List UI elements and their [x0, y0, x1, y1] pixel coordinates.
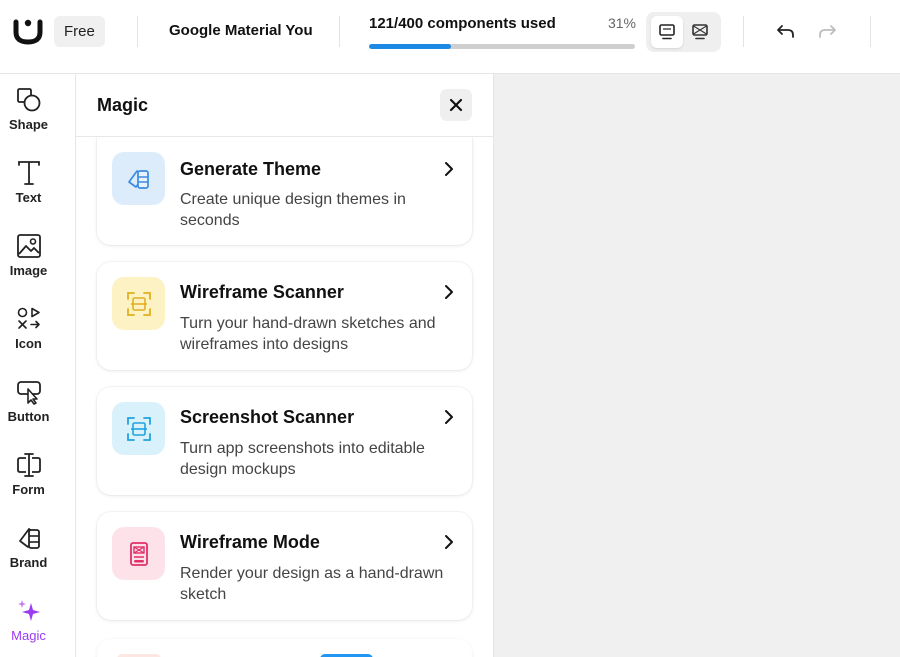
view-mode-toggle	[646, 12, 721, 52]
panel-title: Magic	[97, 95, 149, 115]
undo-button[interactable]	[772, 17, 800, 45]
usage-text: 121/400 components used	[369, 15, 556, 32]
magic-card-partial[interactable]	[97, 639, 472, 657]
plan-badge[interactable]: Free	[54, 16, 105, 47]
divider	[137, 16, 138, 47]
chevron-right-icon	[445, 285, 453, 299]
screenshot-scan-icon	[126, 416, 151, 441]
card-description: Turn app screenshots into editable desig…	[180, 440, 425, 478]
shape-icon	[17, 88, 41, 112]
wireframe-scan-icon	[126, 291, 151, 316]
usage-percent: 31%	[607, 15, 636, 31]
magic-card-wireframe-scanner[interactable]: Wireframe Scanner Turn your hand-drawn s…	[97, 262, 472, 370]
undo-icon	[777, 25, 794, 38]
card-description: Render your design as a hand-drawn sketc…	[180, 565, 444, 603]
rail-item-magic[interactable]: Magic	[0, 589, 76, 657]
usage-progress-fill	[369, 44, 452, 49]
rail-item-icon[interactable]: Icon	[0, 297, 76, 367]
rail-item-label: Brand	[9, 555, 48, 570]
wireframe-mode-icon	[129, 541, 148, 566]
magic-card-wireframe-mode[interactable]: Wireframe Mode Render your design as a h…	[97, 512, 472, 620]
monitor-icon	[659, 24, 675, 40]
close-icon	[449, 98, 463, 112]
rail-item-form[interactable]: Form	[0, 443, 76, 513]
rail-item-label: Form	[12, 482, 45, 497]
card-description: Turn your hand-drawn sketches and wirefr…	[180, 315, 436, 353]
redo-button[interactable]	[813, 17, 841, 45]
card-title: Wireframe Scanner	[180, 282, 344, 302]
design-view-button[interactable]	[651, 16, 683, 48]
rail-item-image[interactable]: Image	[0, 224, 76, 294]
chevron-right-icon	[445, 535, 453, 549]
rail-item-label: Text	[15, 190, 42, 205]
rail-item-label: Icon	[15, 336, 42, 351]
rail-item-label: Magic	[11, 628, 46, 643]
divider	[743, 16, 744, 47]
panel-header: Magic	[76, 74, 493, 137]
rail-item-text[interactable]: Text	[0, 151, 76, 221]
card-icon-tile	[112, 402, 165, 455]
wireframe-view-button[interactable]	[684, 16, 716, 48]
chevron-right-icon	[445, 410, 453, 424]
divider	[870, 16, 871, 47]
magic-card-screenshot-scanner[interactable]: Screenshot Scanner Turn app screenshots …	[97, 387, 472, 495]
card-icon-tile	[112, 152, 165, 205]
uizard-logo-icon[interactable]	[12, 16, 44, 46]
redo-icon	[819, 25, 836, 38]
rail-item-shape[interactable]: Shape	[0, 78, 76, 148]
card-title: Generate Theme	[180, 159, 322, 179]
card-description: Create unique design themes in seconds	[180, 191, 406, 229]
card-title: Screenshot Scanner	[180, 407, 355, 427]
theme-palette-icon	[127, 169, 149, 189]
divider	[339, 16, 340, 47]
magic-card-generate-theme[interactable]: Generate Theme Create unique design them…	[97, 137, 472, 245]
card-icon-tile	[112, 277, 165, 330]
button-icon	[17, 381, 41, 405]
close-panel-button[interactable]	[440, 89, 472, 121]
chevron-right-icon	[445, 162, 453, 176]
project-name[interactable]: Google Material You	[169, 22, 313, 39]
form-icon	[17, 453, 41, 477]
text-icon	[18, 161, 40, 185]
card-icon-tile	[112, 527, 165, 580]
design-canvas[interactable]	[494, 74, 900, 657]
magic-panel: Generate Theme Create unique design them…	[76, 74, 494, 657]
rail-item-brand[interactable]: Brand	[0, 516, 76, 586]
rail-item-button[interactable]: Button	[0, 370, 76, 440]
brand-icon	[19, 528, 40, 549]
icons-icon	[17, 307, 40, 329]
rail-item-label: Button	[7, 409, 50, 424]
rail-item-label: Image	[9, 263, 48, 278]
image-icon	[17, 234, 41, 258]
component-rail: Shape Text Image Icon Button Form Brand …	[0, 74, 76, 657]
top-bar: Free Google Material You 121/400 compone…	[0, 0, 900, 74]
card-title: Wireframe Mode	[180, 532, 320, 552]
wireframe-monitor-icon	[692, 24, 708, 40]
magic-sparkle-icon	[18, 600, 40, 621]
usage-progress-bar	[369, 44, 635, 49]
rail-item-label: Shape	[8, 117, 48, 132]
